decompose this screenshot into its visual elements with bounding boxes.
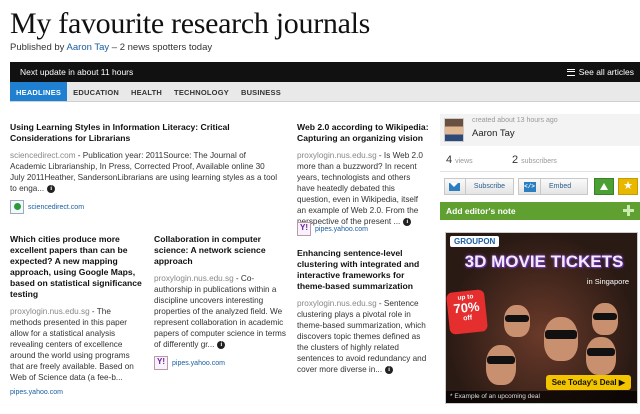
see-all-label: See all articles [578,67,634,77]
favorite-button[interactable]: ★ [618,178,638,195]
story-card: Using Learning Styles in Information Lit… [10,122,278,214]
see-all-articles-link[interactable]: See all articles [566,67,634,77]
story-source-link[interactable]: proxylogin.nus.edu.sg [297,299,377,308]
story-excerpt-text: - The methods presented in this paper al… [10,307,134,382]
code-icon: </> [523,181,536,192]
tab-headlines[interactable]: HEADLINES [10,82,68,101]
story-source-link[interactable]: proxylogin.nus.edu.sg [154,274,234,283]
plus-icon [623,205,634,216]
ad-3d-glasses [505,315,529,322]
subscribe-label: Subscribe [473,183,505,190]
story-card: Enhancing sentence-level clustering with… [297,248,429,375]
rss-icon [10,200,24,214]
story-card: Web 2.0 according to Wikipedia: Capturin… [297,122,429,227]
story-excerpt: proxylogin.nus.edu.sg - Sentence cluster… [297,298,429,375]
author-box: created about 13 hours ago Aaron Tay [440,114,640,146]
list-icon [566,68,575,76]
published-by-label: Published by [10,42,65,53]
footer-source-link[interactable]: pipes.yahoo.com [10,389,63,396]
footer-source-link[interactable]: sciencedirect.com [28,204,84,211]
story-title-link[interactable]: Collaboration in computer science: A net… [154,234,286,267]
next-update-label: Next update in about 11 hours [20,67,134,77]
upvote-button[interactable] [594,178,614,195]
avatar[interactable] [444,118,464,142]
story-card: Which cities produce more excellent pape… [10,234,144,396]
ad-3d-glasses [545,330,577,339]
ad-audience-face [586,337,616,375]
views-label: views [455,158,473,165]
ad-audience-face [486,345,516,385]
ad-3d-glasses [587,348,615,356]
info-icon[interactable]: i [47,184,56,193]
subscribers-label: subscribers [521,158,557,165]
views-stat: 4 views [446,154,473,166]
ad-3d-glasses [593,313,617,320]
stats-row: 4 views 2 subscribers [440,146,640,172]
story-grid: Using Learning Styles in Information Lit… [10,102,430,414]
top-bar: Next update in about 11 hours See all ar… [10,62,640,82]
created-label: created about 13 hours ago [472,117,558,124]
mail-icon [449,182,461,191]
see-todays-deal-button[interactable]: See Today's Deal ▶ [545,375,631,390]
story-excerpt: sciencedirect.com - Publication year: 20… [10,150,278,194]
footer-source-link[interactable]: pipes.yahoo.com [172,360,225,367]
category-tabs: HEADLINES EDUCATION HEALTH TECHNOLOGY BU… [10,82,640,102]
ad-3d-glasses [487,356,515,364]
yahoo-pipes-icon [297,222,311,236]
page-title: My favourite research journals [10,7,371,40]
byline: Published by Aaron Tay – 2 news spotters… [10,42,630,53]
story-excerpt-text: - Co-authorship in publications within a… [154,274,286,349]
story-excerpt: proxylogin.nus.edu.sg - The methods pres… [10,306,144,383]
page-header: My favourite research journals Published… [10,7,630,54]
info-icon[interactable]: i [385,365,394,374]
ad-headline: 3D MOVIE TICKETS [464,252,624,271]
sidebar-author-link[interactable]: Aaron Tay [472,128,515,139]
subscribe-button[interactable]: Subscribe [444,178,514,195]
subscribers-count: 2 [512,154,519,166]
star-icon: ★ [623,180,633,192]
story-source-footer: pipes.yahoo.com [10,389,144,396]
embed-label: Embed [549,183,572,190]
story-excerpt-text: - Sentence clustering plays a pivotal ro… [297,299,427,374]
subscribers-stat: 2 subscribers [512,154,557,166]
ad-discount-badge: up to 70% off [446,289,489,335]
story-title-link[interactable]: Enhancing sentence-level clustering with… [297,248,429,292]
footer-source-link[interactable]: pipes.yahoo.com [315,226,368,233]
tab-health[interactable]: HEALTH [125,82,168,101]
spotters-label: – 2 news spotters today [111,42,213,53]
ad-brand-logo: GROUPON [450,236,500,247]
sidebar: created about 13 hours ago Aaron Tay 4 vi… [440,114,640,220]
story-source-link[interactable]: sciencedirect.com [10,151,76,160]
info-icon[interactable]: i [403,217,412,226]
story-source-link[interactable]: proxylogin.nus.edu.sg [297,151,377,160]
views-count: 4 [446,154,453,166]
story-title-link[interactable]: Which cities produce more excellent pape… [10,234,144,300]
tab-technology[interactable]: TECHNOLOGY [168,82,235,101]
story-source-footer: pipes.yahoo.com [297,222,368,236]
add-note-label: Add editor's note [446,206,516,216]
story-source-footer: sciencedirect.com [10,200,278,214]
action-bar: Subscribe </> Embed ★ [440,172,640,202]
advertisement[interactable]: GROUPON 3D MOVIE TICKETS in Singapore up… [445,232,638,404]
ad-audience-face [544,317,578,361]
story-title-link[interactable]: Using Learning Styles in Information Lit… [10,122,278,144]
tab-education[interactable]: EDUCATION [67,82,125,101]
yahoo-pipes-icon [154,356,168,370]
arrow-up-icon [600,183,608,190]
ad-subtitle: in Singapore [586,277,629,286]
embed-button[interactable]: </> Embed [518,178,588,195]
story-excerpt: proxylogin.nus.edu.sg - Co-authorship in… [154,273,286,350]
story-title-link[interactable]: Web 2.0 according to Wikipedia: Capturin… [297,122,429,144]
tab-business[interactable]: BUSINESS [235,82,287,101]
ad-fine-print: * Example of an upcoming deal [446,391,637,403]
author-link[interactable]: Aaron Tay [67,42,110,53]
story-source-link[interactable]: proxylogin.nus.edu.sg [10,307,90,316]
story-source-footer: pipes.yahoo.com [154,356,286,370]
info-icon[interactable]: i [217,340,226,349]
story-excerpt: proxylogin.nus.edu.sg - Is Web 2.0 more … [297,150,429,227]
add-editors-note-button[interactable]: Add editor's note [440,202,640,220]
story-excerpt-text: - Is Web 2.0 more than a buzzword? In re… [297,151,423,226]
story-card: Collaboration in computer science: A net… [154,234,286,370]
